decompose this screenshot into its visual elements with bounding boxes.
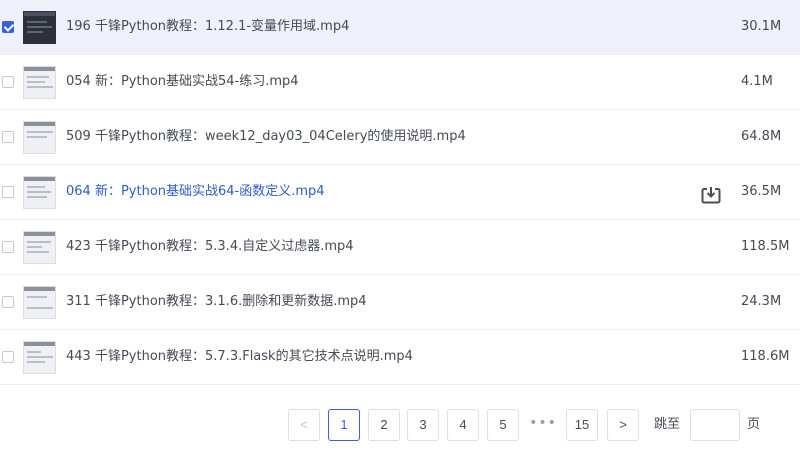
download-icon[interactable]	[700, 184, 722, 206]
page-button-15[interactable]: 15	[566, 409, 598, 441]
file-name[interactable]: 196 千锋Python教程：1.12.1-变量作用域.mp4	[66, 18, 349, 36]
video-thumbnail[interactable]	[23, 286, 56, 319]
jump-page-input[interactable]	[690, 409, 740, 441]
video-thumbnail[interactable]	[23, 121, 56, 154]
video-thumbnail[interactable]	[23, 176, 56, 209]
file-row[interactable]: 443 千锋Python教程：5.7.3.Flask的其它技术点说明.mp4 1…	[0, 330, 800, 385]
jump-to-label: 跳至	[654, 417, 681, 432]
pagination: < 1 2 3 4 5 ••• 15 > 跳至 页	[0, 409, 800, 442]
row-checkbox[interactable]	[2, 296, 14, 308]
file-name[interactable]: 054 新：Python基础实战54-练习.mp4	[66, 73, 299, 91]
file-row[interactable]: 054 新：Python基础实战54-练习.mp4 4.1M	[0, 55, 800, 110]
row-checkbox[interactable]	[2, 241, 14, 253]
file-name[interactable]: 311 千锋Python教程：3.1.6.删除和更新数据.mp4	[66, 293, 367, 311]
page-button-1[interactable]: 1	[328, 409, 360, 441]
file-row[interactable]: 509 千锋Python教程：week12_day03_04Celery的使用说…	[0, 110, 800, 165]
row-checkbox[interactable]	[2, 351, 14, 363]
video-thumbnail[interactable]	[23, 11, 56, 44]
file-row[interactable]: 311 千锋Python教程：3.1.6.删除和更新数据.mp4 24.3M	[0, 275, 800, 330]
video-thumbnail[interactable]	[23, 66, 56, 99]
file-name[interactable]: 443 千锋Python教程：5.7.3.Flask的其它技术点说明.mp4	[66, 348, 413, 366]
row-checkbox[interactable]	[2, 76, 14, 88]
file-list: 196 千锋Python教程：1.12.1-变量作用域.mp4 30.1M 05…	[0, 0, 800, 385]
page-button-3[interactable]: 3	[407, 409, 439, 441]
file-name[interactable]: 064 新：Python基础实战64-函数定义.mp4	[66, 183, 325, 201]
file-row[interactable]: 064 新：Python基础实战64-函数定义.mp4 36.5M	[0, 165, 800, 220]
file-size: 118.6M	[741, 349, 790, 364]
file-size: 4.1M	[741, 74, 773, 89]
video-thumbnail[interactable]	[23, 341, 56, 374]
row-checkbox[interactable]	[2, 21, 14, 33]
row-checkbox[interactable]	[2, 131, 14, 143]
file-name[interactable]: 509 千锋Python教程：week12_day03_04Celery的使用说…	[66, 128, 466, 146]
file-row[interactable]: 423 千锋Python教程：5.3.4.自定义过虑器.mp4 118.5M	[0, 220, 800, 275]
video-thumbnail[interactable]	[23, 231, 56, 264]
file-size: 24.3M	[741, 294, 782, 309]
file-size: 36.5M	[741, 184, 782, 199]
more-pages-ellipsis[interactable]: •••	[527, 409, 559, 441]
row-checkbox[interactable]	[2, 186, 14, 198]
file-size: 64.8M	[741, 129, 782, 144]
page-button-2[interactable]: 2	[368, 409, 400, 441]
file-size: 30.1M	[741, 19, 782, 34]
page-button-4[interactable]: 4	[447, 409, 479, 441]
prev-page-button[interactable]: <	[288, 409, 320, 441]
next-page-button[interactable]: >	[607, 409, 639, 441]
file-size: 118.5M	[741, 239, 790, 254]
file-row[interactable]: 196 千锋Python教程：1.12.1-变量作用域.mp4 30.1M	[0, 0, 800, 55]
page-suffix-label: 页	[747, 417, 761, 432]
file-name[interactable]: 423 千锋Python教程：5.3.4.自定义过虑器.mp4	[66, 238, 354, 256]
page-button-5[interactable]: 5	[487, 409, 519, 441]
